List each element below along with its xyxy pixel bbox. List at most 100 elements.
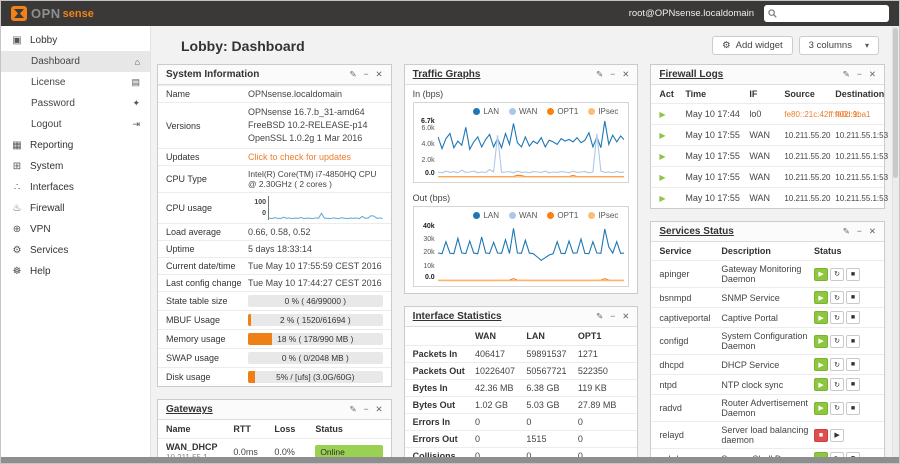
sidebar-item-services[interactable]: ⚙ Services	[1, 240, 150, 261]
ipsec-legend-dot	[588, 108, 596, 115]
collapse-icon[interactable]: −	[364, 404, 369, 415]
hostname-value: OPNsense.localdomain	[248, 89, 343, 99]
collapse-icon[interactable]: −	[610, 311, 615, 322]
sidebar-item-dashboard[interactable]: Dashboard ⌂	[1, 51, 150, 72]
collapse-icon[interactable]: −	[364, 69, 369, 80]
service-running-indicator[interactable]: ▶	[814, 378, 829, 391]
monitor-icon: ▣	[12, 35, 22, 46]
service-running-indicator[interactable]: ▶	[814, 291, 829, 304]
pass-action-icon: ▶	[659, 152, 666, 161]
service-stop-button[interactable]: ■	[846, 401, 861, 415]
load-average-value: 0.66, 0.58, 0.52	[248, 227, 311, 238]
edit-icon[interactable]: ✎	[349, 69, 356, 80]
home-icon: ⌂	[134, 56, 140, 67]
logo-text-sense: sense	[62, 7, 94, 20]
sidebar-nav: ▣ Lobby Dashboard ⌂ License ▤ Password ✦…	[1, 26, 151, 457]
widget-title-link[interactable]: Traffic Graphs	[413, 69, 481, 80]
widget-title-link[interactable]: Gateways	[166, 404, 213, 415]
service-stop-button[interactable]: ■	[846, 358, 861, 371]
service-running-indicator[interactable]: ▶	[814, 267, 829, 281]
service-running-indicator[interactable]: ▶	[814, 311, 829, 324]
service-restart-button[interactable]: ↻	[830, 291, 845, 304]
search-box[interactable]	[764, 5, 889, 22]
service-restart-button[interactable]: ↻	[830, 311, 845, 324]
service-start-button[interactable]: ▶	[830, 428, 845, 442]
sidebar-item-firewall[interactable]: ♨ Firewall	[1, 198, 150, 219]
service-running-indicator[interactable]: ▶	[814, 452, 829, 457]
status-badge: Online	[315, 445, 383, 457]
search-input[interactable]	[780, 8, 885, 19]
versions-value: OPNsense 16.7.b_31-amd64 FreeBSD 10.2-RE…	[248, 107, 368, 144]
traffic-in-label: In (bps)	[412, 89, 444, 99]
traffic-out-label: Out (bps)	[412, 193, 451, 203]
opnsense-dashboard-window: OPN sense root@OPNsense.localdomain ▣ Lo…	[0, 0, 900, 464]
chart-legend: LAN WAN OPT1 IPsec	[414, 103, 629, 118]
grid-icon: ⊞	[12, 161, 22, 172]
edit-icon[interactable]: ✎	[349, 404, 356, 415]
scrollbar-thumb[interactable]	[893, 28, 898, 178]
sidebar-item-logout[interactable]: Logout ⇥	[1, 114, 150, 135]
chart-legend: LAN WAN OPT1 IPsec	[414, 207, 629, 222]
collapse-icon[interactable]: −	[610, 69, 615, 80]
y-axis-ticks: 6.7k 6.0k 4.0k 2.0k 0.0	[421, 118, 435, 177]
sidebar-item-help[interactable]: ☸ Help	[1, 261, 150, 282]
close-icon[interactable]: ✕	[622, 69, 629, 80]
logged-in-user[interactable]: root@OPNsense.localdomain	[629, 8, 754, 19]
sign-out-icon: ⇥	[132, 119, 140, 129]
edit-icon[interactable]: ✎	[596, 311, 603, 322]
close-icon[interactable]: ✕	[376, 69, 383, 80]
edit-icon[interactable]: ✎	[843, 69, 850, 80]
edit-icon[interactable]: ✎	[843, 226, 850, 237]
edit-icon[interactable]: ✎	[596, 69, 603, 80]
collapse-icon[interactable]: −	[857, 69, 862, 80]
close-icon[interactable]: ✕	[376, 404, 383, 415]
disk-progress: 5% / [ufs] (3.0G/60G)	[248, 371, 383, 384]
check-updates-link[interactable]: Click to check for updates	[248, 152, 383, 162]
service-stop-button[interactable]: ■	[846, 311, 861, 324]
firewall-log-row: ▶ May 10 17:55 WAN 10.211.55.20 10.211.5…	[651, 187, 888, 208]
vertical-scrollbar[interactable]	[892, 26, 899, 457]
sidebar-item-reporting[interactable]: ▦ Reporting	[1, 135, 150, 156]
widget-title-link[interactable]: Services Status	[659, 226, 734, 237]
service-row: bsnmpd SNMP Service ▶ ↻ ■	[651, 287, 885, 307]
service-restart-button[interactable]: ↻	[830, 334, 845, 348]
service-running-indicator[interactable]: ▶	[814, 401, 829, 415]
state-table-progress: 0 % ( 46/99000 )	[248, 295, 383, 308]
sidebar-item-interfaces[interactable]: ∴ Interfaces	[1, 177, 150, 198]
table-row: Bytes Out 1.02 GB 5.03 GB 27.89 MB	[404, 396, 638, 413]
add-widget-button[interactable]: ⚙ Add widget	[712, 36, 793, 55]
interface-statistics-widget: Interface Statistics ✎ − ✕ WAN LAN OPT1	[403, 306, 639, 457]
service-stop-button[interactable]: ■	[846, 452, 861, 457]
sidebar-item-vpn[interactable]: ⊕ VPN	[1, 219, 150, 240]
service-running-indicator[interactable]: ▶	[814, 358, 829, 371]
collapse-icon[interactable]: −	[857, 226, 862, 237]
widget-title-link[interactable]: Firewall Logs	[659, 69, 723, 80]
opt1-legend-dot	[547, 108, 555, 115]
service-stop-button[interactable]: ■	[846, 334, 861, 348]
sidebar-item-system[interactable]: ⊞ System	[1, 156, 150, 177]
traffic-in-chart: LAN WAN OPT1 IPsec 6.7k 6.0k 4.0k 2.0k 0…	[412, 102, 630, 183]
page-title: Lobby: Dashboard	[181, 37, 305, 54]
service-restart-button[interactable]: ↻	[830, 401, 845, 415]
close-icon[interactable]: ✕	[869, 226, 876, 237]
sidebar-item-lobby[interactable]: ▣ Lobby	[1, 30, 150, 51]
service-stopped-indicator[interactable]: ■	[814, 428, 829, 442]
service-stop-button[interactable]: ■	[846, 291, 861, 304]
widget-title-link[interactable]: Interface Statistics	[413, 311, 502, 322]
firewall-log-row: ▶ May 10 17:55 WAN 10.211.55.20 10.211.5…	[651, 145, 888, 166]
close-icon[interactable]: ✕	[869, 69, 876, 80]
opnsense-logo[interactable]: OPN sense	[11, 6, 94, 21]
sidebar-item-password[interactable]: Password ✦	[1, 93, 150, 114]
sidebar-item-license[interactable]: License ▤	[1, 72, 150, 93]
service-running-indicator[interactable]: ▶	[814, 334, 829, 348]
service-stop-button[interactable]: ■	[846, 267, 861, 281]
service-restart-button[interactable]: ↻	[830, 452, 845, 457]
columns-select[interactable]: 3 columns ▾	[798, 36, 879, 55]
service-restart-button[interactable]: ↻	[830, 267, 845, 281]
service-restart-button[interactable]: ↻	[830, 358, 845, 371]
service-stop-button[interactable]: ■	[846, 378, 861, 391]
window-bottom-edge	[1, 457, 899, 463]
firewall-logs-widget: Firewall Logs ✎ − ✕ Act Time IF Source D…	[650, 64, 888, 209]
close-icon[interactable]: ✕	[622, 311, 629, 322]
service-restart-button[interactable]: ↻	[830, 378, 845, 391]
